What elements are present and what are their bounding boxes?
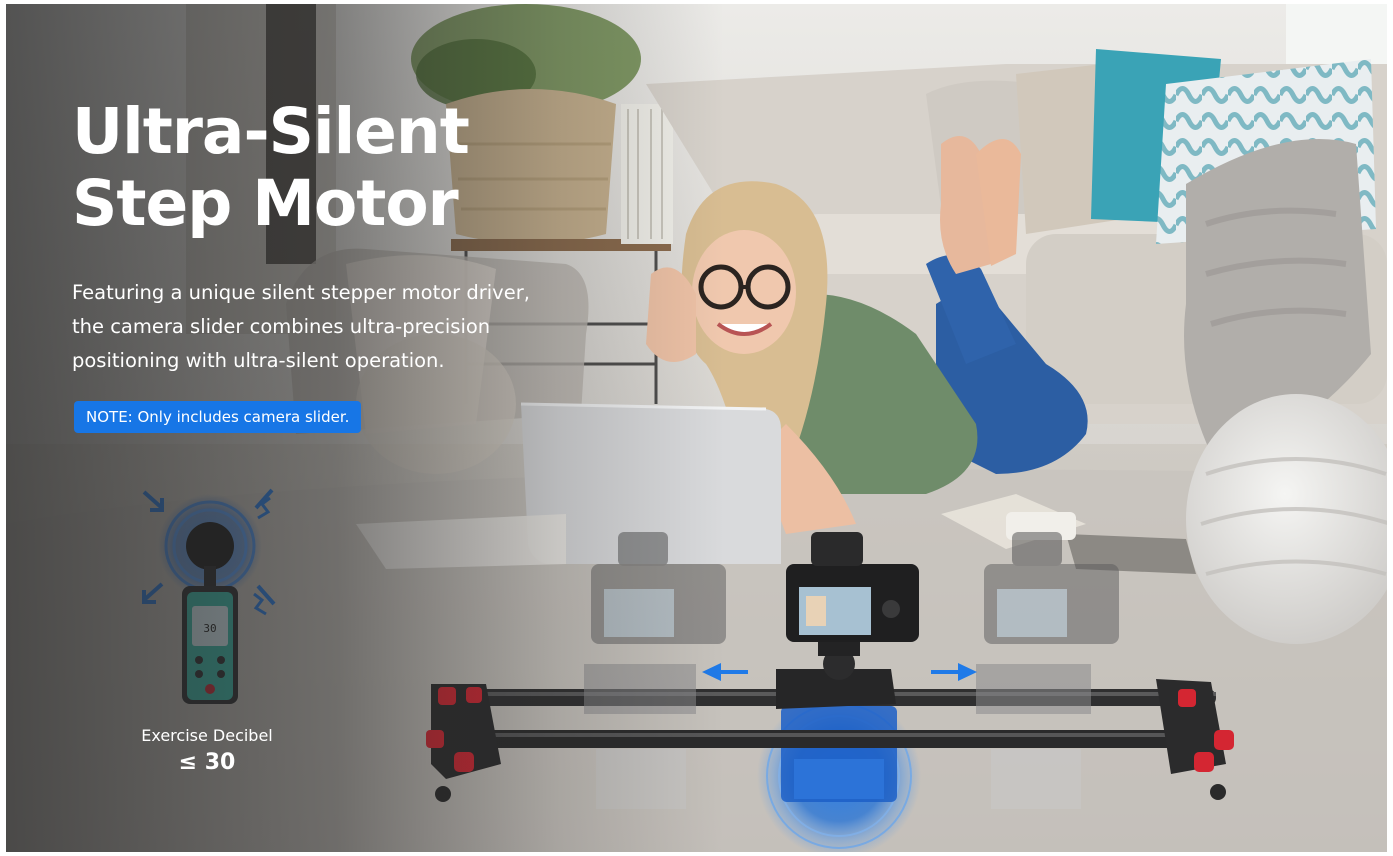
description-line: positioning with ultra-silent operation. (72, 349, 445, 372)
svg-text:30: 30 (203, 622, 216, 635)
note-badge: NOTE: Only includes camera slider. (74, 401, 362, 433)
headline: Ultra-Silent Step Motor (72, 95, 470, 240)
description-line: the camera slider combines ultra-precisi… (72, 315, 491, 338)
product-banner: 30 Ultra-Silent Step Motor Featuring a u… (6, 4, 1387, 852)
headline-line: Ultra-Silent (72, 95, 470, 168)
headline-line: Step Motor (72, 167, 459, 240)
feature-description: Featuring a unique silent stepper motor … (72, 276, 592, 378)
decibel-label: Exercise Decibel (141, 726, 273, 745)
description-line: Featuring a unique silent stepper motor … (72, 281, 530, 304)
decibel-value: ≤ 30 (178, 750, 236, 775)
